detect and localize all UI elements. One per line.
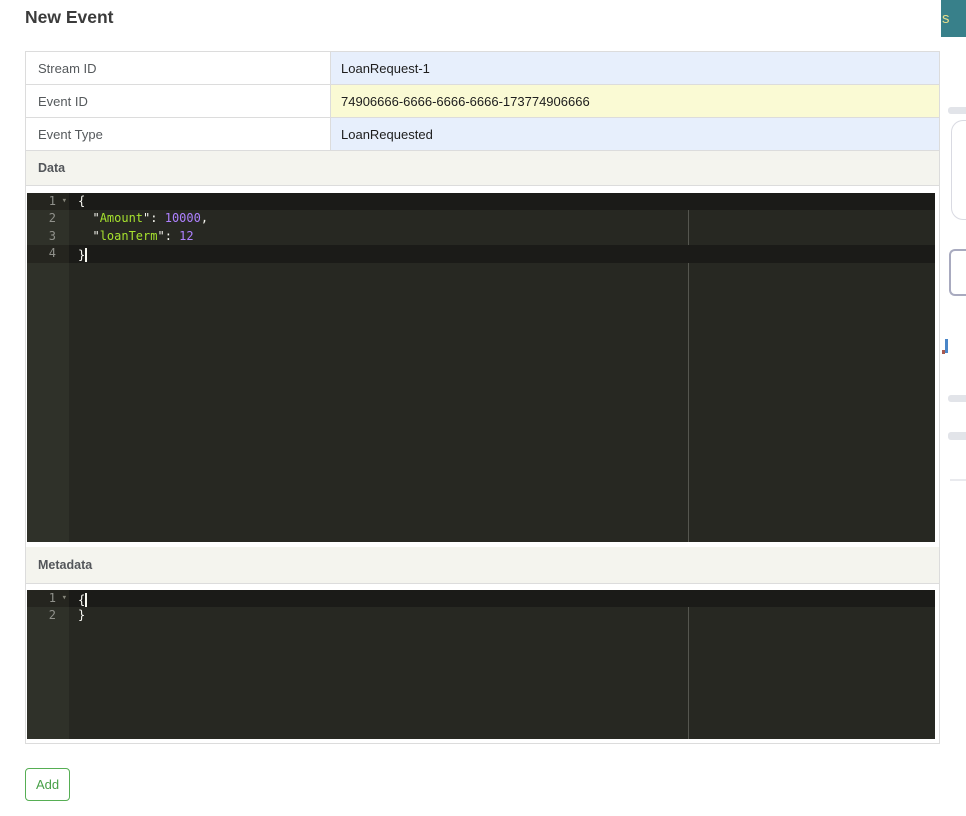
line-number: 3 (27, 228, 69, 245)
code-token: 12 (179, 229, 193, 243)
event-id-input[interactable]: 74906666-6666-6666-6666-173774906666 (331, 85, 939, 117)
code-token: , (201, 211, 208, 225)
code-line: { (69, 590, 935, 607)
code-token: 10000 (165, 211, 201, 225)
stream-id-input[interactable]: LoanRequest-1 (331, 52, 939, 84)
code-line: "loanTerm": 12 (69, 228, 935, 245)
code-token: Amount (100, 211, 143, 225)
clipped-fragment-dash (948, 107, 966, 114)
code-line: "Amount": 10000, (69, 210, 935, 227)
editor-line: 4} (27, 245, 935, 262)
clipped-corner-button-label: s (942, 10, 950, 27)
text-cursor (85, 248, 87, 262)
event-type-row: Event Type LoanRequested (26, 118, 939, 151)
line-number: 2 (27, 210, 69, 227)
code-token: { (78, 194, 85, 208)
fold-arrow-icon[interactable]: ▾ (62, 193, 67, 210)
line-number: 1▾ (27, 590, 69, 607)
clipped-corner-button[interactable]: s (941, 0, 966, 37)
line-number: 2 (27, 607, 69, 624)
clipped-fragment-outline (951, 120, 966, 220)
code-line: } (69, 607, 935, 624)
code-line: { (69, 193, 935, 210)
code-token: ": (143, 211, 165, 225)
editor-line: 2} (27, 607, 935, 624)
new-event-form: Stream ID LoanRequest-1 Event ID 7490666… (25, 51, 940, 744)
editor-lines: 1▾{2 "Amount": 10000,3 "loanTerm": 124} (27, 193, 935, 263)
event-type-label: Event Type (26, 118, 331, 150)
editor-line: 1▾ { (27, 590, 935, 607)
event-id-label: Event ID (26, 85, 331, 117)
code-token: ": (157, 229, 179, 243)
add-button[interactable]: Add (25, 768, 70, 801)
clipped-fragment-blue-glyph-notch (942, 350, 945, 354)
code-token: loanTerm (100, 229, 158, 243)
clipped-fragment-line (950, 479, 966, 481)
data-json-editor[interactable]: 1▾{2 "Amount": 10000,3 "loanTerm": 124} (27, 193, 935, 542)
line-number: 4 (27, 245, 69, 262)
code-line: } (69, 245, 935, 262)
fold-arrow-icon[interactable]: ▾ (62, 590, 67, 607)
editor-lines: 1▾ {2} (27, 590, 935, 625)
event-id-row: Event ID 74906666-6666-6666-6666-1737749… (26, 85, 939, 118)
code-token: { (78, 593, 85, 607)
clipped-fragment-button-outline (949, 249, 966, 296)
data-section-header: Data (26, 151, 939, 186)
metadata-json-editor[interactable]: 1▾ {2} (27, 590, 935, 739)
clipped-fragment-dash (948, 432, 966, 440)
code-token: } (78, 248, 85, 262)
metadata-section-header: Metadata (26, 547, 939, 584)
clipped-fragment-dash (948, 395, 966, 402)
editor-line: 3 "loanTerm": 12 (27, 228, 935, 245)
new-event-page: New Event s Stream ID LoanRequest-1 Even… (0, 0, 966, 816)
line-number: 1▾ (27, 193, 69, 210)
code-token: } (78, 608, 85, 622)
editor-line: 2 "Amount": 10000, (27, 210, 935, 227)
stream-id-label: Stream ID (26, 52, 331, 84)
page-title: New Event (25, 7, 114, 28)
text-cursor (85, 593, 87, 607)
clipped-fragment-blue-glyph (945, 339, 948, 353)
data-section-label: Data (38, 161, 65, 175)
code-token: " (78, 229, 100, 243)
metadata-section-label: Metadata (38, 558, 92, 572)
editor-line: 1▾ { (27, 193, 935, 210)
stream-id-row: Stream ID LoanRequest-1 (26, 52, 939, 85)
code-token: " (78, 211, 100, 225)
event-type-input[interactable]: LoanRequested (331, 118, 939, 150)
